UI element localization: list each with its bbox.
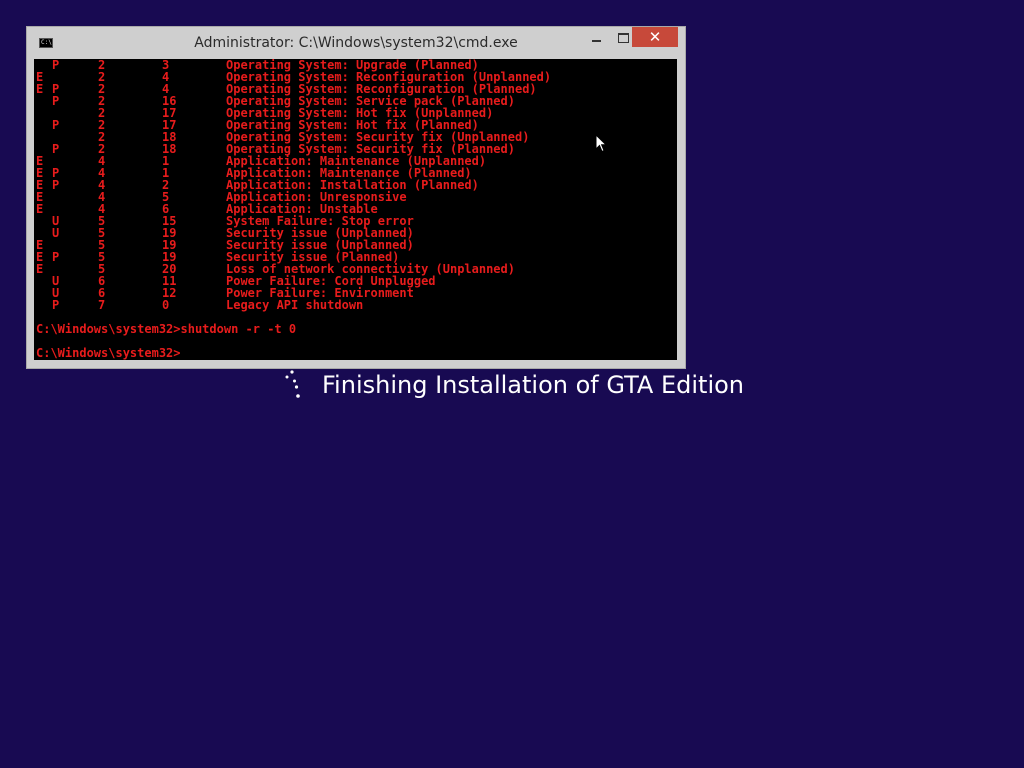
minimize-button[interactable] [583, 27, 610, 47]
mouse-pointer-icon [595, 134, 607, 153]
flag-pu: P [52, 59, 60, 72]
minimize-icon [592, 40, 601, 42]
window-titlebar[interactable]: C:\ Administrator: C:\Windows\system32\c… [27, 27, 685, 59]
flag-pu: P [52, 94, 60, 108]
install-status-text: Finishing Installation of GTA Edition [322, 371, 745, 399]
console-current-prompt[interactable]: C:\Windows\system32> [36, 347, 676, 359]
close-button[interactable]: ✕ [632, 27, 678, 47]
reason-major: 7 [98, 298, 106, 312]
reason-minor: 0 [162, 298, 170, 312]
flag-e: E [36, 262, 44, 276]
flag-pu: P [52, 178, 60, 192]
flag-e: E [36, 82, 44, 96]
flag-e: E [36, 202, 44, 216]
loading-spinner-icon [285, 370, 300, 398]
flag-pu: U [52, 226, 60, 240]
flag-pu: P [52, 298, 60, 312]
console-lines: P 2 3 Operating System: Upgrade (Planned) E 2… [36, 59, 676, 359]
console-output[interactable]: P 2 3 Operating System: Upgrade (Planned) E 2… [34, 59, 677, 360]
console-command-line: C:\Windows\system32>shutdown -r -t 0 [36, 322, 297, 336]
cmd-window[interactable]: C:\ Administrator: C:\Windows\system32\c… [26, 26, 686, 369]
cmd-app-icon-glyph: C:\ [41, 39, 52, 46]
maximize-icon [618, 33, 629, 43]
flag-pu: P [52, 118, 60, 132]
console-row: P 7 0 Legacy API shutdown [36, 299, 676, 311]
cmd-app-icon[interactable]: C:\ [39, 38, 53, 48]
flag-pu: P [52, 250, 60, 264]
close-icon: ✕ [648, 28, 662, 46]
reason-title: Legacy API shutdown [226, 298, 364, 312]
flag-pu: P [52, 142, 60, 156]
